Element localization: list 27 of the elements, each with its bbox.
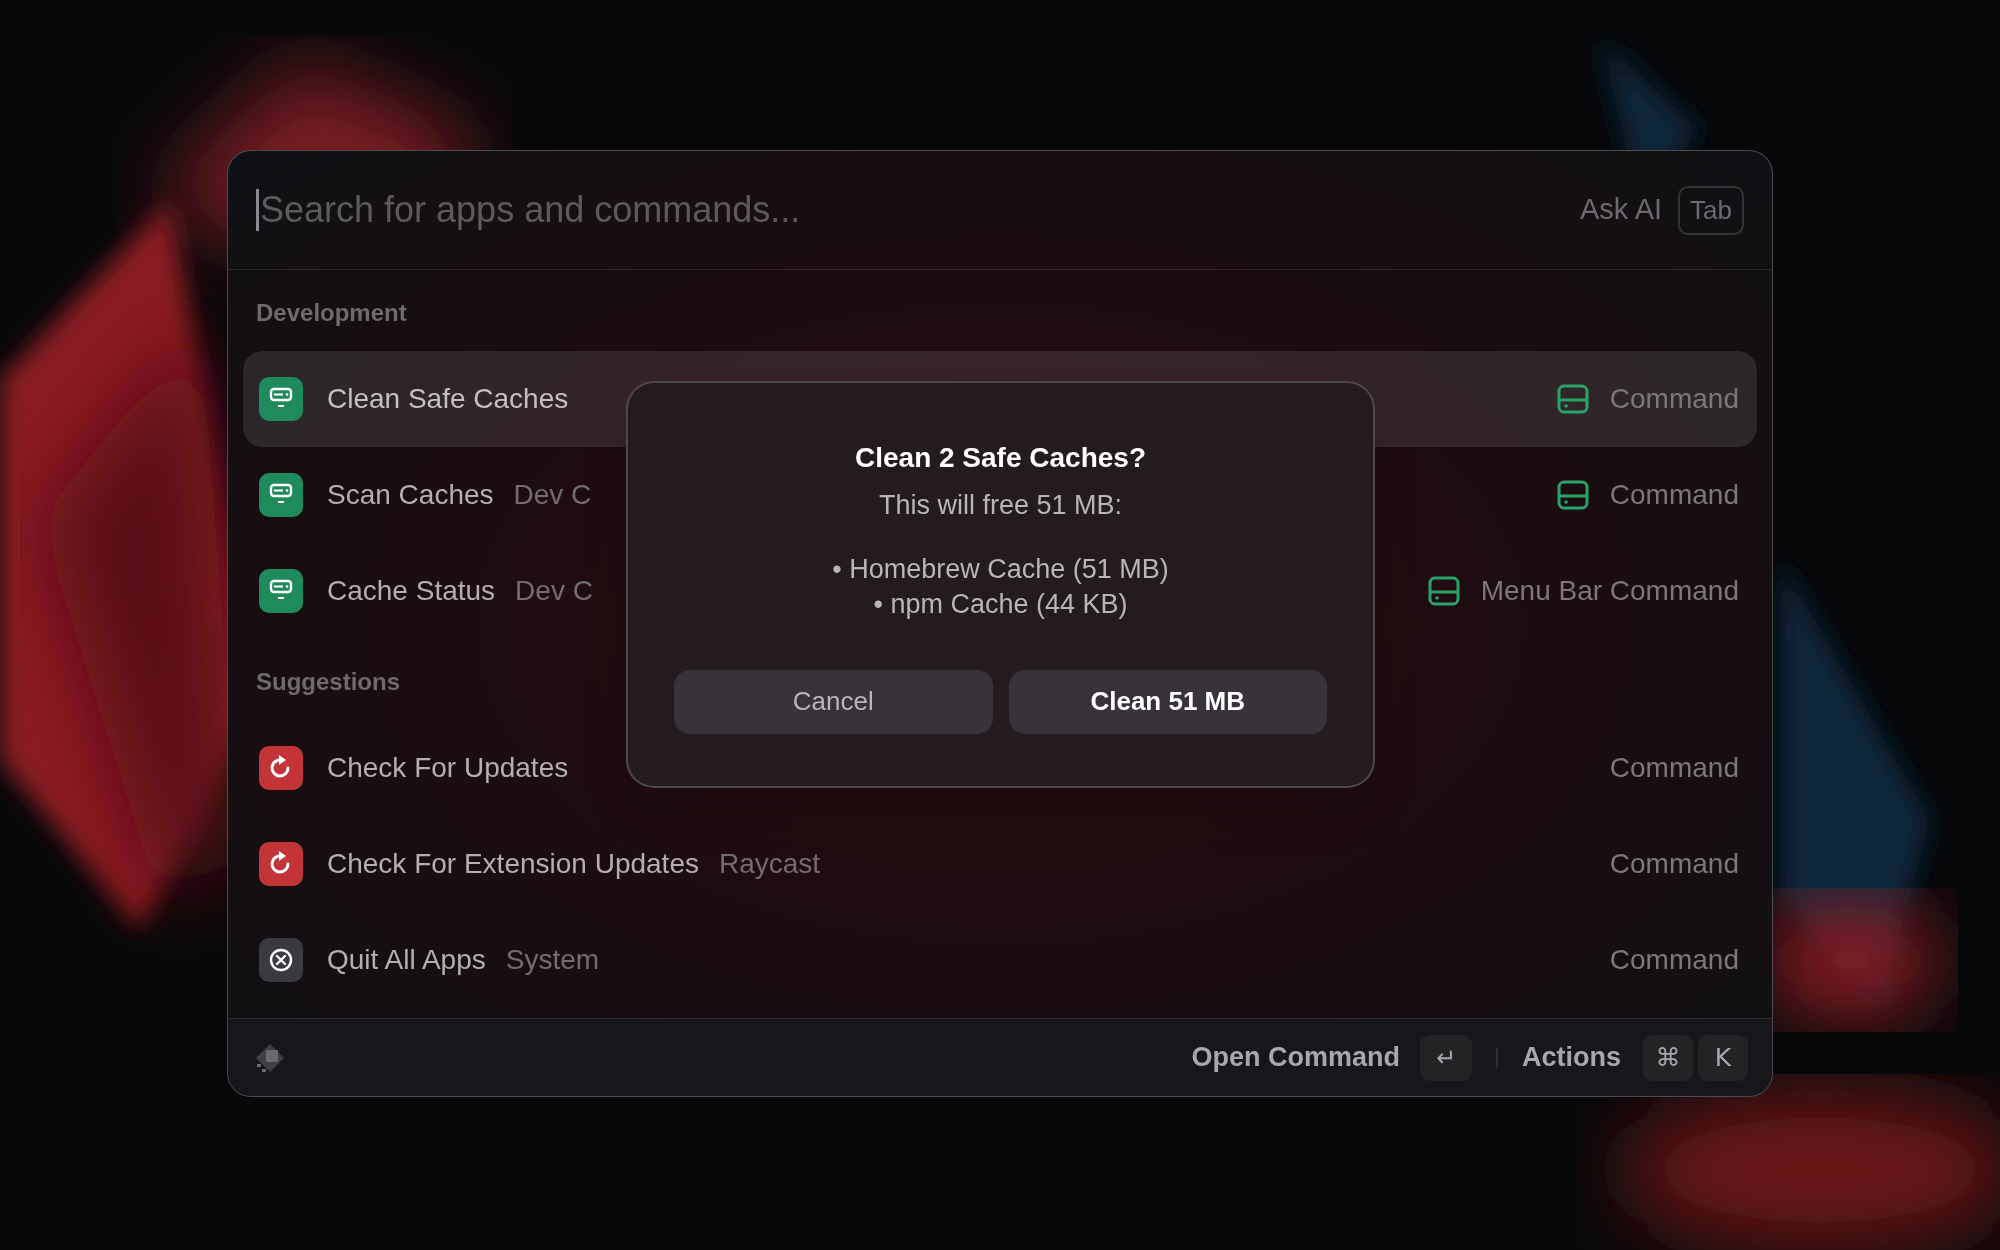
- enter-key-hint: ↵: [1420, 1034, 1472, 1081]
- command-type-label: Command: [1609, 943, 1739, 977]
- command-subtitle: Raycast: [718, 847, 821, 881]
- command-type-label: Menu Bar Command: [1480, 574, 1739, 608]
- dialog-list-item: • npm Cache (44 KB): [873, 587, 1128, 621]
- command-title: Clean Safe Caches: [327, 382, 569, 416]
- command-type-label: Command: [1609, 478, 1739, 512]
- section-heading: Development: [256, 298, 407, 328]
- command-title: Quit All Apps: [327, 943, 486, 977]
- ask-ai-label: Ask AI: [1579, 192, 1663, 228]
- dialog-message: This will free 51 MB:: [878, 489, 1123, 522]
- command-type-label: Command: [1609, 751, 1739, 785]
- shortcut-key: K: [1698, 1034, 1748, 1081]
- command-type-label: Command: [1609, 382, 1739, 416]
- command-subtitle: System: [505, 943, 600, 977]
- command-title: Cache Status: [327, 574, 496, 608]
- command-subtitle: Dev C: [515, 574, 593, 608]
- shortcut-key: ⌘: [1643, 1034, 1693, 1081]
- command-title: Scan Caches: [327, 478, 494, 512]
- command-subtitle: Dev C: [513, 478, 592, 512]
- dialog-list-item: • Homebrew Cache (51 MB): [832, 552, 1169, 586]
- dialog-title: Clean 2 Safe Caches?: [855, 441, 1146, 475]
- command-title: Check For Extension Updates: [327, 847, 699, 881]
- command-type-label: Command: [1609, 847, 1739, 881]
- command-title: Check For Updates: [327, 751, 569, 785]
- section-heading: Suggestions: [256, 667, 400, 697]
- tab-key-hint: Tab: [1678, 185, 1744, 235]
